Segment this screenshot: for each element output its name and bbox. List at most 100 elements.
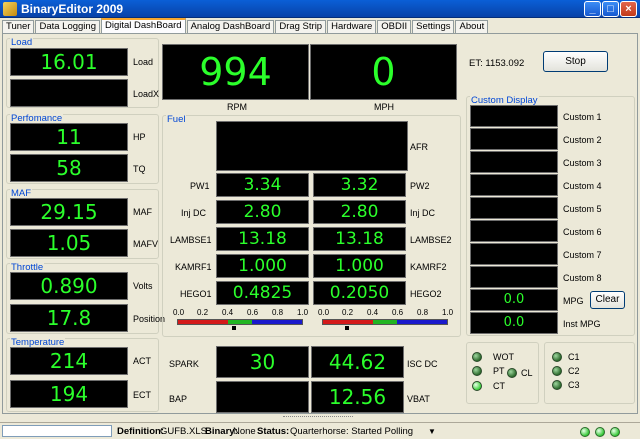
cl-indicator-icon bbox=[507, 368, 517, 378]
maf-display: 29.15 bbox=[10, 198, 128, 226]
loadx-display bbox=[10, 79, 128, 107]
volts-display: 0.890 bbox=[10, 272, 128, 300]
isc-label: ISC DC bbox=[407, 359, 438, 369]
ect-label: ECT bbox=[133, 390, 151, 400]
hego2-tick-4: 0.8 bbox=[417, 308, 429, 317]
afr-label: AFR bbox=[410, 142, 428, 152]
status-value[interactable]: Quarterhorse: Started Polling bbox=[290, 426, 413, 437]
injdc2-label: Inj DC bbox=[410, 208, 436, 218]
hego2-tick-1: 0.2 bbox=[342, 308, 354, 317]
custom-2-label: Custom 2 bbox=[563, 135, 602, 145]
tab-settings[interactable]: Settings bbox=[412, 20, 455, 33]
custom-8-display bbox=[470, 266, 558, 288]
hego2-scale: 0.0 0.2 0.4 0.6 0.8 1.0 bbox=[318, 308, 454, 317]
hego1-bar bbox=[177, 319, 303, 325]
act-label: ACT bbox=[133, 356, 151, 366]
ct-label: CT bbox=[493, 381, 505, 391]
hego2-tick-5: 1.0 bbox=[442, 308, 454, 317]
tab-digital-dashboard[interactable]: Digital DashBoard bbox=[101, 18, 186, 33]
volts-label: Volts bbox=[133, 281, 153, 291]
pw2-display: 3.32 bbox=[313, 173, 406, 197]
custom-7-label: Custom 7 bbox=[563, 250, 602, 260]
inst-mpg-label: Inst MPG bbox=[563, 319, 601, 329]
pt-label: PT bbox=[493, 366, 505, 376]
maf-group: MAF 29.15 MAF 1.05 MAFV bbox=[6, 189, 159, 259]
tab-data-logging[interactable]: Data Logging bbox=[35, 20, 100, 33]
minimize-icon[interactable]: _ bbox=[584, 1, 601, 17]
tab-tuner[interactable]: Tuner bbox=[2, 20, 35, 33]
rpm-label: RPM bbox=[227, 102, 247, 112]
lambse1-label: LAMBSE1 bbox=[170, 235, 212, 245]
tab-drag-strip[interactable]: Drag Strip bbox=[275, 20, 327, 33]
custom-6-label: Custom 6 bbox=[563, 227, 602, 237]
custom-display-group: Custom Display Custom 1 Custom 2 Custom … bbox=[466, 96, 635, 336]
inst-mpg-display: 0.0 bbox=[470, 312, 558, 334]
maximize-icon[interactable]: □ bbox=[602, 1, 619, 17]
main-window: BinaryEditor 2009 _ □ × Tuner Data Loggi… bbox=[0, 0, 640, 439]
c2-label: C2 bbox=[568, 366, 580, 376]
afr-display bbox=[216, 121, 408, 171]
hego1-marker bbox=[231, 326, 236, 330]
close-icon[interactable]: × bbox=[620, 1, 637, 17]
stop-button[interactable]: Stop bbox=[543, 51, 608, 72]
throttle-group: Throttle 0.890 Volts 17.8 Position bbox=[6, 263, 165, 334]
load-display: 16.01 bbox=[10, 48, 128, 76]
ct-indicator-icon bbox=[472, 381, 482, 391]
load-group: Load 16.01 Load LoadX bbox=[6, 38, 159, 108]
custom-6-display bbox=[470, 220, 558, 242]
custom-2-display bbox=[470, 128, 558, 150]
tab-hardware[interactable]: Hardware bbox=[327, 20, 377, 33]
clear-button[interactable]: Clear bbox=[590, 291, 625, 309]
temperature-group: Temperature 214 ACT 194 ECT bbox=[6, 338, 159, 412]
hp-display: 11 bbox=[10, 123, 128, 151]
mafv-label: MAFV bbox=[133, 239, 159, 249]
status-dropdown-icon[interactable]: ▼ bbox=[428, 427, 436, 436]
title-bar[interactable]: BinaryEditor 2009 _ □ × bbox=[0, 0, 640, 18]
tab-analog-dashboard[interactable]: Analog DashBoard bbox=[186, 20, 275, 33]
c1-label: C1 bbox=[568, 352, 580, 362]
custom-8-label: Custom 8 bbox=[563, 273, 602, 283]
vbat-display: 12.56 bbox=[311, 381, 404, 413]
definition-value: GUFB.XLS bbox=[160, 426, 207, 437]
kamrf1-label: KAMRF1 bbox=[175, 262, 212, 272]
maf-label: MAF bbox=[133, 207, 152, 217]
definition-label: Definition: bbox=[117, 426, 164, 437]
act-display: 214 bbox=[10, 347, 128, 375]
isc-display: 44.62 bbox=[311, 346, 404, 378]
custom-4-display bbox=[470, 174, 558, 196]
tq-display: 58 bbox=[10, 154, 128, 182]
fuel-group-label: Fuel bbox=[166, 114, 187, 125]
lambse2-display: 13.18 bbox=[313, 227, 406, 251]
load-group-label: Load bbox=[10, 37, 34, 48]
pw1-display: 3.34 bbox=[216, 173, 309, 197]
hego2-tick-3: 0.6 bbox=[392, 308, 404, 317]
splitter-grip[interactable] bbox=[283, 416, 353, 421]
lambse2-label: LAMBSE2 bbox=[410, 235, 452, 245]
hego1-display: 0.4825 bbox=[216, 281, 309, 305]
status-label: Status: bbox=[257, 426, 290, 437]
hego2-marker bbox=[345, 326, 350, 330]
injdc1-display: 2.80 bbox=[216, 200, 309, 224]
position-label: Position bbox=[133, 314, 166, 324]
custom-5-display bbox=[470, 197, 558, 219]
tab-about[interactable]: About bbox=[455, 20, 489, 33]
hego1-tick-0: 0.0 bbox=[173, 308, 185, 317]
performance-group: Perfomance 11 HP 58 TQ bbox=[6, 114, 159, 184]
injdc1-label: Inj DC bbox=[181, 208, 207, 218]
app-icon bbox=[3, 2, 17, 16]
c1-indicator-icon bbox=[552, 352, 562, 362]
hego2-label: HEGO2 bbox=[410, 289, 442, 299]
tab-obdii[interactable]: OBDII bbox=[377, 20, 412, 33]
status-led-1-icon bbox=[580, 427, 590, 437]
loadx-label: LoadX bbox=[133, 89, 160, 99]
window-title: BinaryEditor 2009 bbox=[21, 2, 124, 16]
fuel-group: Fuel AFR PW1 3.34 3.32 PW2 Inj DC 2.80 2… bbox=[162, 115, 461, 337]
mpg-label: MPG bbox=[563, 296, 584, 306]
wot-label: WOT bbox=[493, 352, 514, 362]
lambse1-display: 13.18 bbox=[216, 227, 309, 251]
custom-7-display bbox=[470, 243, 558, 265]
custom-3-label: Custom 3 bbox=[563, 158, 602, 168]
hego1-tick-5: 1.0 bbox=[297, 308, 309, 317]
wot-indicator-icon bbox=[472, 352, 482, 362]
hp-label: HP bbox=[133, 132, 146, 142]
